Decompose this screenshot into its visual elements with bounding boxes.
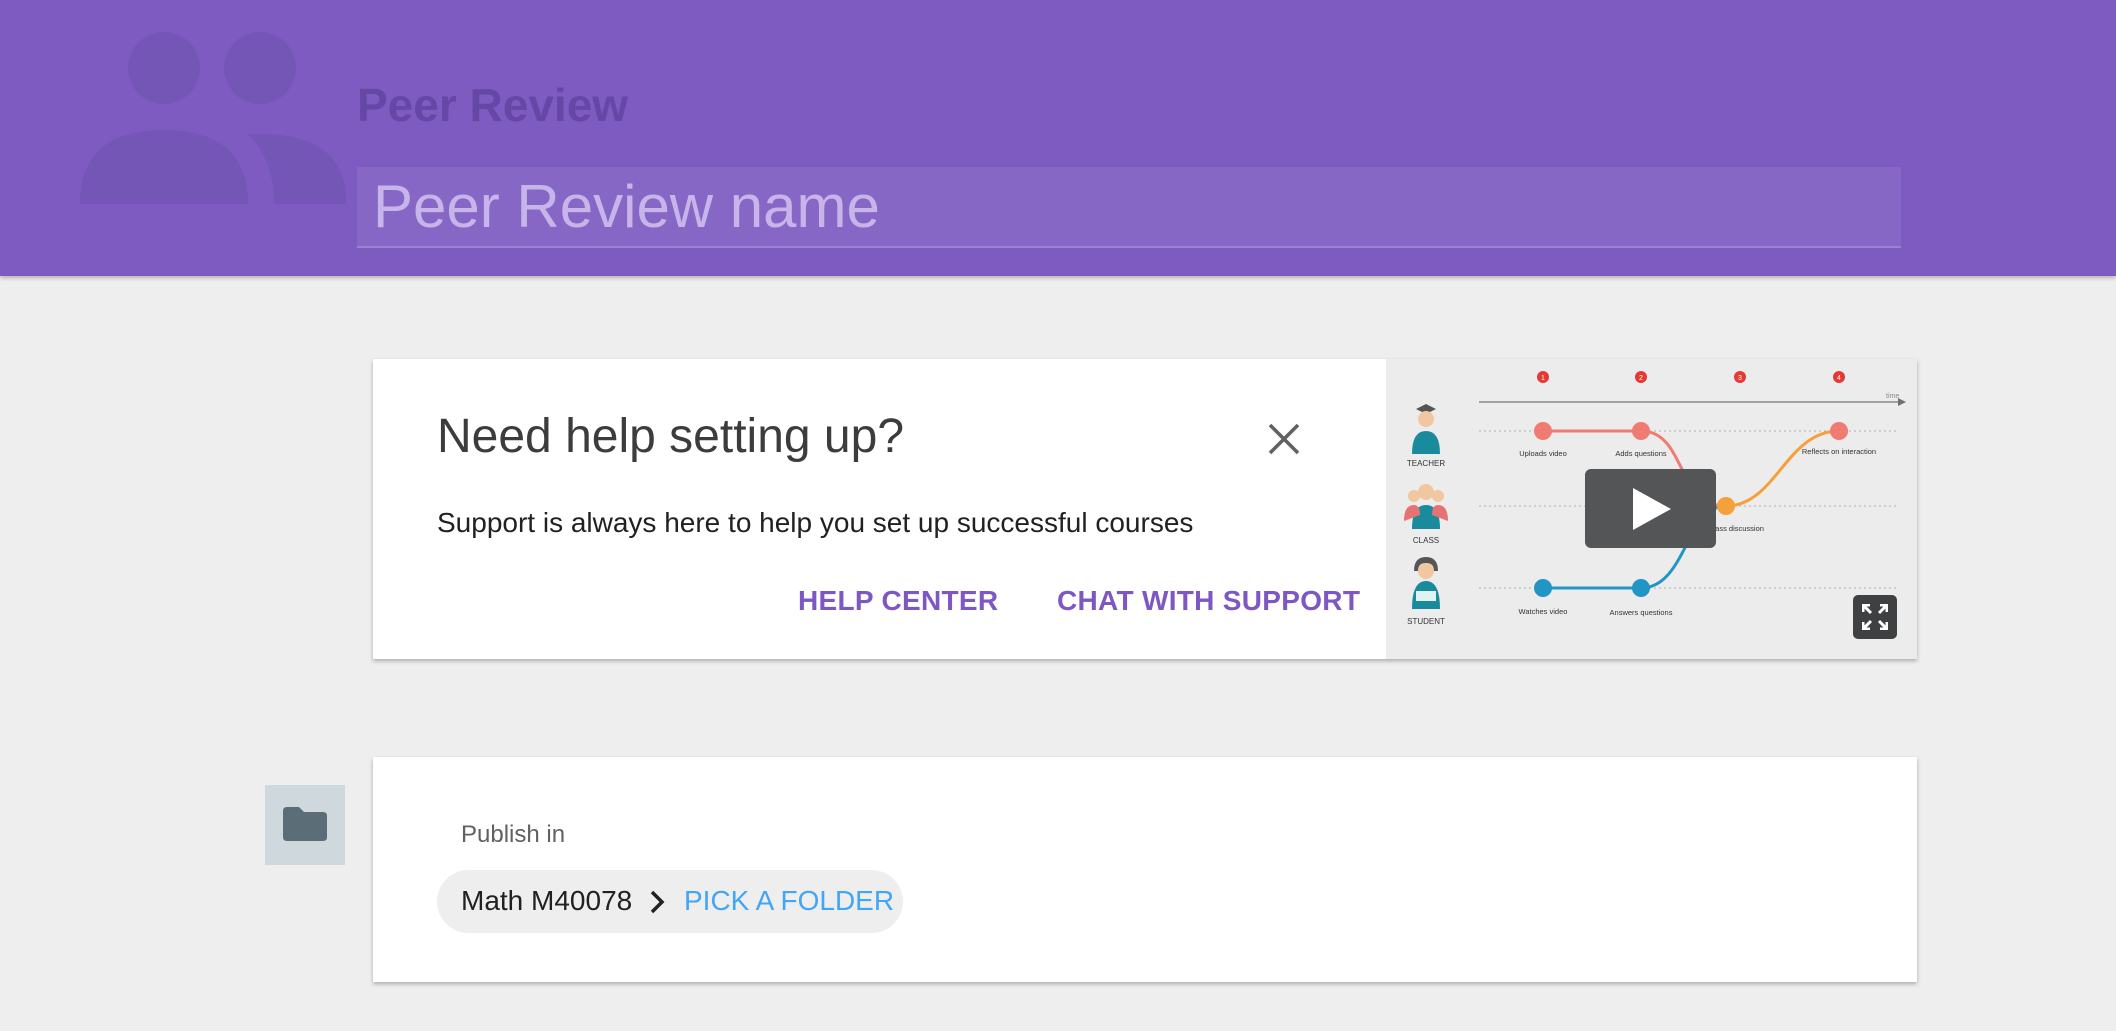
peer-review-name-input[interactable] [357, 167, 1901, 248]
publish-in-label: Publish in [461, 821, 566, 848]
class-icon [1404, 484, 1448, 529]
play-icon [1633, 488, 1671, 530]
role-label: STUDENT [1407, 617, 1445, 626]
help-center-link[interactable]: HELP CENTER [798, 585, 998, 617]
folder-path: Math M40078 [461, 885, 633, 916]
folder-icon-box [265, 785, 345, 865]
chevron-right-icon [650, 890, 665, 914]
help-video[interactable]: 1 2 3 4 time TEACHER CLASS STUDENT Uploa… [1386, 359, 1917, 659]
step-marker-label: 4 [1837, 375, 1841, 382]
step-marker-label: 3 [1738, 375, 1742, 382]
event-label: Watches video [1519, 607, 1568, 616]
help-card-description: Support is always here to help you set u… [437, 507, 1194, 538]
close-icon[interactable] [1266, 421, 1302, 457]
play-button[interactable] [1585, 469, 1716, 548]
step-marker-label: 1 [1541, 375, 1545, 382]
event-label: Uploads video [1519, 449, 1567, 458]
event-label: Class discussion [1708, 524, 1764, 533]
role-label: CLASS [1413, 536, 1439, 545]
time-axis-label: time [1886, 393, 1899, 400]
role-label: TEACHER [1407, 459, 1445, 468]
folder-icon [283, 807, 327, 841]
event-label: Adds questions [1615, 449, 1667, 458]
chat-with-support-link[interactable]: CHAT WITH SUPPORT [1057, 585, 1360, 617]
student-icon [1412, 557, 1440, 609]
help-card: Need help setting up? Support is always … [373, 359, 1917, 659]
help-card-title: Need help setting up? [437, 410, 905, 463]
fullscreen-icon [1862, 604, 1888, 630]
page-header: Peer Review [0, 0, 2116, 276]
people-icon [80, 32, 347, 204]
event-label: Answers questions [1610, 608, 1673, 617]
fullscreen-button[interactable] [1853, 595, 1897, 639]
step-markers: 1 2 3 4 [1537, 371, 1845, 383]
publish-card: Publish in Math M40078 PICK A FOLDER [373, 757, 1917, 982]
page-title: Peer Review [357, 79, 629, 131]
event-label: Reflects on interaction [1802, 447, 1876, 456]
folder-chip: Math M40078 PICK A FOLDER [437, 870, 903, 933]
step-marker-label: 2 [1639, 375, 1643, 382]
teacher-icon [1412, 404, 1440, 454]
pick-folder-button[interactable]: PICK A FOLDER [684, 885, 894, 917]
